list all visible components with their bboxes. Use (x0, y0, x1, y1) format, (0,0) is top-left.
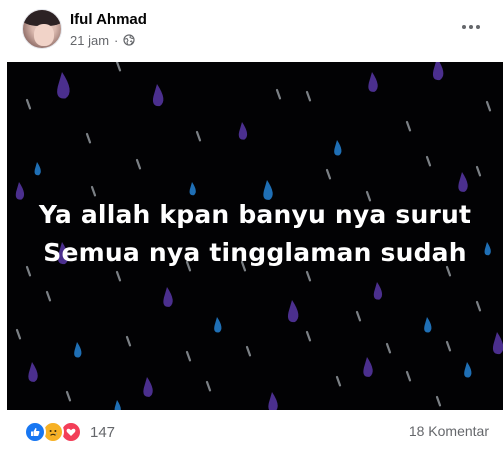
raindrop (424, 317, 432, 333)
raindrop (238, 122, 248, 140)
rain-streak (435, 395, 442, 407)
reactions-summary[interactable]: 147 (24, 421, 115, 443)
post-timestamp[interactable]: 21 jam (70, 33, 109, 48)
rain-streak (90, 185, 97, 197)
rain-streak (25, 98, 32, 110)
post-meta: 21 jam · (70, 32, 135, 48)
raindrop (492, 332, 503, 355)
rain-streak (125, 335, 132, 347)
facebook-post: Iful Ahmad 21 jam · Ya allah kpan banyu … (0, 0, 503, 453)
rain-streak (45, 290, 52, 302)
rain-streak (405, 120, 412, 132)
rain-streak (445, 340, 452, 352)
raindrop (28, 362, 38, 382)
rain-streak (485, 100, 492, 112)
globe-icon (123, 34, 135, 46)
raindrop (114, 400, 121, 410)
rain-streak (305, 90, 312, 102)
raindrop (287, 300, 299, 323)
rain-streak (305, 270, 312, 282)
raindrop (432, 62, 444, 81)
raindrop (57, 72, 70, 99)
raindrop (152, 84, 164, 107)
post-image[interactable]: Ya allah kpan banyu nya surut Semua nya … (7, 62, 503, 410)
like-icon (24, 421, 46, 443)
rain-streak (335, 375, 342, 387)
rain-streak (85, 132, 92, 144)
rain-streak (475, 165, 482, 177)
meta-separator: · (114, 32, 119, 48)
more-dot (476, 25, 480, 29)
more-dot (469, 25, 473, 29)
raindrop (163, 287, 173, 307)
post-header: Iful Ahmad 21 jam · (0, 0, 503, 62)
rain-streak (305, 330, 312, 342)
comment-count[interactable]: 18 Komentar (409, 423, 489, 439)
raindrop (334, 140, 342, 156)
rain-streak (405, 370, 412, 382)
post-footer: 147 18 Komentar (0, 410, 503, 453)
avatar-face (34, 24, 54, 46)
rain-streak (385, 342, 392, 354)
rain-streak (195, 130, 202, 142)
rain-streak (115, 270, 122, 282)
raindrop (268, 392, 278, 410)
raindrop (368, 72, 378, 92)
rain-streak (185, 350, 192, 362)
raindrop (143, 377, 153, 397)
rain-streak (355, 310, 362, 322)
rain-streak (65, 390, 72, 402)
rain-streak (205, 380, 212, 392)
rain-streak (115, 62, 122, 72)
author-name[interactable]: Iful Ahmad (70, 11, 147, 28)
rain-streak (325, 168, 332, 180)
rain-streak (275, 88, 282, 100)
caption-line-1: Ya allah kpan banyu nya surut (38, 200, 472, 229)
rain-streak (425, 155, 432, 167)
raindrop (458, 172, 468, 192)
raindrop (373, 282, 383, 300)
raindrop (214, 317, 222, 333)
raindrop (74, 342, 82, 358)
rain-streak (245, 345, 252, 357)
raindrop (464, 362, 472, 378)
reaction-count[interactable]: 147 (90, 424, 115, 441)
more-dot (462, 25, 466, 29)
rain-streak (475, 300, 482, 312)
raindrop (189, 182, 196, 196)
more-options-button[interactable] (458, 14, 484, 40)
avatar[interactable] (22, 9, 62, 49)
rain-streak (135, 158, 142, 170)
rain-streak (15, 328, 22, 340)
image-caption: Ya allah kpan banyu nya surut Semua nya … (7, 196, 503, 272)
caption-line-2: Semua nya tingglaman sudah (43, 238, 467, 267)
raindrop (363, 357, 373, 377)
raindrop (34, 162, 41, 176)
